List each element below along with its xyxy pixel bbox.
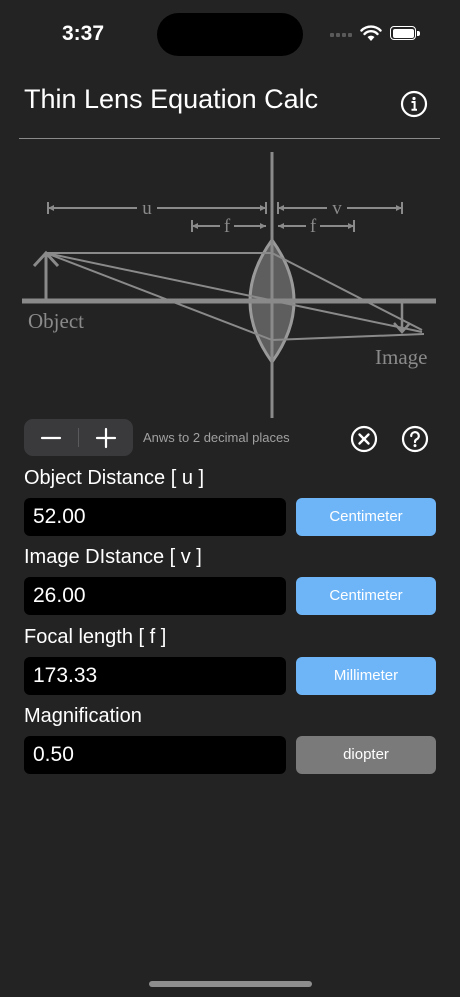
home-indicator[interactable] (149, 981, 312, 987)
image-distance-field[interactable]: 26.00 (24, 577, 286, 615)
ray-center (45, 252, 423, 333)
status-time: 3:37 (62, 22, 105, 45)
magnification-unit-button[interactable]: diopter (296, 736, 436, 774)
dynamic-island (157, 13, 303, 56)
clear-icon[interactable] (350, 425, 378, 453)
precision-label: Anws to 2 decimal places (143, 430, 290, 445)
label-u: u (142, 198, 152, 219)
increment-button[interactable] (79, 419, 133, 456)
help-icon[interactable] (401, 425, 429, 453)
label-image: Image (375, 345, 427, 369)
focal-length-field[interactable]: 173.33 (24, 657, 286, 695)
label-f-left: f (224, 216, 231, 237)
magnification-label: Magnification (24, 705, 142, 727)
object-distance-unit-button[interactable]: Centimeter (296, 498, 436, 536)
page-title: Thin Lens Equation Calc (24, 84, 319, 114)
wifi-icon (360, 25, 382, 41)
cellular-signal-icon (330, 33, 354, 39)
object-distance-field[interactable]: 52.00 (24, 498, 286, 536)
magnification-field[interactable]: 0.50 (24, 736, 286, 774)
label-v: v (332, 198, 342, 219)
focal-length-unit-button[interactable]: Millimeter (296, 657, 436, 695)
focal-length-label: Focal length [ f ] (24, 626, 167, 648)
image-distance-label: Image DIstance [ v ] (24, 546, 202, 568)
header-divider (19, 138, 440, 139)
status-bar: 3:37 (0, 0, 460, 70)
label-object: Object (28, 309, 84, 333)
object-distance-label: Object Distance [ u ] (24, 467, 205, 489)
decimal-places-stepper[interactable] (24, 419, 133, 456)
thin-lens-diagram: u v f f Object Image (22, 152, 436, 418)
decrement-button[interactable] (24, 419, 78, 456)
battery-icon (390, 26, 420, 40)
label-f-right: f (310, 216, 317, 237)
info-icon[interactable] (400, 90, 428, 118)
image-distance-unit-button[interactable]: Centimeter (296, 577, 436, 615)
